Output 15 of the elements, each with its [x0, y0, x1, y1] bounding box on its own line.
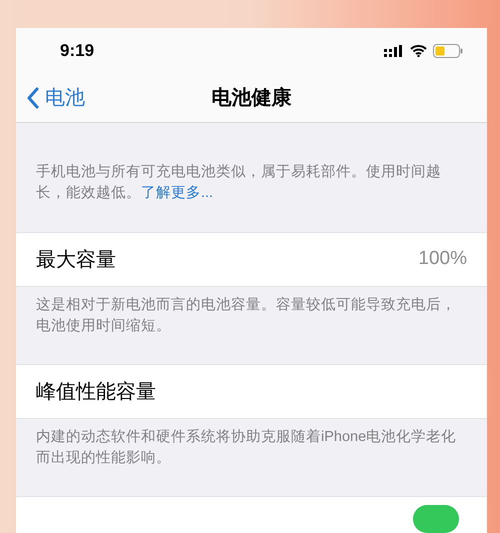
- chevron-left-icon: [26, 86, 39, 109]
- status-time: 9:19: [60, 40, 94, 62]
- toggle-switch[interactable]: [413, 505, 459, 533]
- row-note: 这是相对于新电池而言的电池容量。容量较低可能导致充电后，电池使用时间缩短。: [36, 296, 457, 336]
- page-title: 电池健康: [212, 86, 292, 111]
- row-title: 峰值性能容量: [36, 380, 156, 404]
- row-title: 最大容量: [36, 248, 116, 272]
- wifi-icon: [410, 44, 427, 57]
- row-value: 100%: [418, 247, 467, 272]
- battery-icon: [433, 44, 463, 58]
- learn-more-link[interactable]: 了解更多...: [141, 185, 214, 201]
- intro-text: 手机电池与所有可充电电池类似，属于易耗部件。使用时间越长，能效越低。了解更多...: [36, 162, 442, 203]
- row-note: 内建的动态软件和硬件系统将协助克服随着iPhone电池化学老化而出现的性能影响。: [36, 428, 458, 468]
- signal-icon: [384, 44, 404, 57]
- back-button[interactable]: 电池: [16, 82, 85, 113]
